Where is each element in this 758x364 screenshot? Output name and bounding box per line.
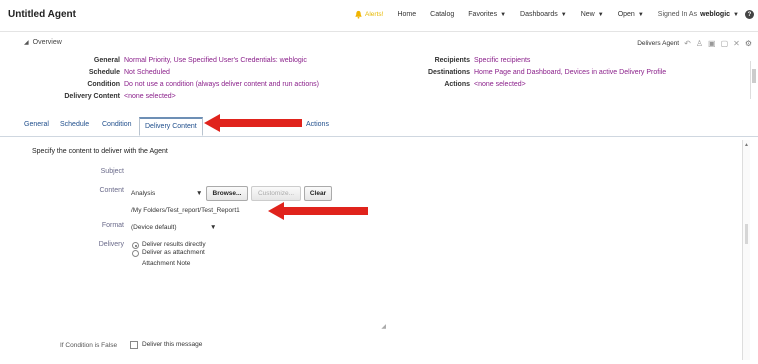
nav-open[interactable]: Open ▼ [618,11,644,18]
ov-actions-value: <none selected> [474,81,526,88]
ov-delivery-content-value: <none selected> [124,93,176,100]
agent-toolbar: Delivers Agent ↶ ♙ ▣ ▢ ✕ ⚙ [637,39,752,48]
tab-bar: General Schedule Condition Delivery Cont… [0,113,758,137]
run-agent-icon[interactable]: ♙ [696,39,703,48]
attachment-note-label: Attachment Note [142,260,191,267]
red-arrow-icon [268,202,368,220]
ov-schedule-label: Schedule [88,69,120,76]
tab-general[interactable]: General [24,121,49,128]
ov-recipients-label: Recipients [434,57,470,64]
tab-condition[interactable]: Condition [102,121,132,128]
ov-destinations-value: Home Page and Dashboard, Devices in acti… [474,69,667,76]
attachment-note-textarea[interactable]: ◢ [134,275,386,330]
overview-section: ◢ Overview Delivers Agent ↶ ♙ ▣ ▢ ✕ ⚙ Gen… [0,33,758,103]
content-select-value: Analysis [131,190,156,197]
collapse-triangle-icon: ◢ [24,40,29,46]
content-label: Content [99,187,124,194]
scroll-up-icon[interactable]: ▲ [744,142,749,148]
signed-in-label: Signed In As [657,11,698,18]
header-bar: Untitled Agent Alerts! Home Catalog Favo… [0,0,758,32]
delivery-label: Delivery [98,241,124,248]
caret-down-icon: ▼ [733,11,739,18]
caret-down-icon: ▼ [560,11,567,18]
caret-down-icon: ▼ [637,11,644,18]
overview-heading: Overview [32,39,62,46]
ov-general-value: Normal Priority, Use Specified User's Cr… [124,57,307,64]
agent-label: Delivers Agent [637,40,680,47]
save-as-icon[interactable]: ▢ [721,39,729,48]
ov-condition-label: Condition [87,81,120,88]
chevron-down-icon[interactable]: ▼ [196,190,202,197]
overview-scrollbar[interactable] [750,61,756,99]
overview-toggle[interactable]: ◢ Overview [24,39,62,46]
browse-button[interactable]: Browse... [206,186,248,201]
ov-recipients-value: Specific recipients [474,57,531,64]
format-label: Format [101,222,124,229]
nav-new[interactable]: New ▼ [581,11,604,18]
deliver-directly-radio[interactable] [132,242,139,249]
tab-actions[interactable]: Actions [306,121,329,128]
chevron-down-icon[interactable]: ▼ [210,224,216,231]
if-condition-false-label: If Condition is False [60,342,118,349]
global-nav: Alerts! Home Catalog Favorites ▼ Dashboar… [340,10,754,19]
ov-delivery-content-label: Delivery Content [64,93,120,100]
deliver-attachment-label: Deliver as attachment [142,249,205,256]
format-select[interactable]: (Device default) [131,224,177,231]
undo-icon[interactable]: ↶ [684,39,691,48]
caret-down-icon: ▼ [500,11,507,18]
close-icon[interactable]: ✕ [733,39,740,48]
alerts-link[interactable]: Alerts! [354,10,383,19]
subject-label: Subject [100,168,124,175]
ov-destinations-label: Destinations [427,69,470,76]
nav-new-label: New [580,11,595,18]
nav-home[interactable]: Home [397,11,416,18]
tab-schedule[interactable]: Schedule [60,121,89,128]
scroll-thumb[interactable] [752,69,756,83]
user-menu[interactable]: Signed In As weblogic ▼ [658,11,739,18]
nav-open-label: Open [617,11,635,18]
nav-catalog[interactable]: Catalog [430,11,454,18]
red-arrow-icon [204,114,302,132]
nav-favorites-label: Favorites [468,11,498,18]
tab-delivery-content[interactable]: Delivery Content [139,117,203,136]
panel-description: Specify the content to deliver with the … [32,148,168,155]
clear-button[interactable]: Clear [304,186,332,201]
deliver-message-label: Deliver this message [142,341,203,348]
panel-scrollbar[interactable]: ▲ [742,140,750,360]
nav-favorites[interactable]: Favorites ▼ [468,11,506,18]
content-path: /My Folders/Test_report/Test_Report1 [131,207,240,214]
deliver-attachment-radio[interactable] [132,250,139,257]
nav-dashboards[interactable]: Dashboards ▼ [520,11,567,18]
ov-general-label: General [93,57,120,64]
deliver-directly-label: Deliver results directly [142,241,206,248]
bell-icon [354,10,363,19]
user-name: weblogic [700,11,731,18]
deliver-message-checkbox[interactable] [130,341,138,349]
format-select-value: (Device default) [131,224,177,231]
caret-down-icon: ▼ [597,11,604,18]
ov-schedule-value: Not Scheduled [124,69,170,76]
content-select[interactable]: Analysis [131,190,155,197]
alerts-label: Alerts! [365,11,384,18]
scroll-thumb[interactable] [745,224,748,244]
ov-condition-value: Do not use a condition (always deliver c… [124,81,319,88]
settings-icon[interactable]: ⚙ [745,39,752,48]
delivery-content-panel: Specify the content to deliver with the … [4,140,750,360]
customize-button[interactable]: Customize... [251,186,301,201]
page-title: Untitled Agent [8,9,76,20]
nav-dashboards-label: Dashboards [520,11,558,18]
resize-grip-icon[interactable]: ◢ [381,323,386,330]
save-icon[interactable]: ▣ [708,39,716,48]
ov-actions-label: Actions [444,81,470,88]
help-icon[interactable]: ? [745,10,754,19]
